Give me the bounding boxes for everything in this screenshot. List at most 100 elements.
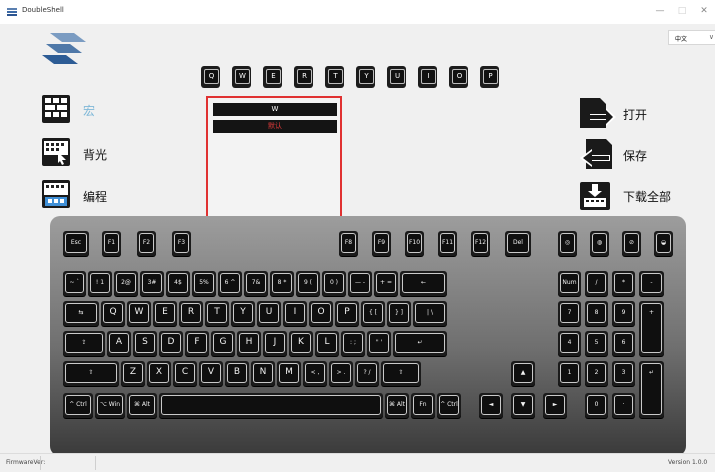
top-key-t[interactable]: T — [325, 66, 344, 88]
key-h[interactable]: H — [237, 331, 261, 356]
save-label[interactable]: 保存 — [623, 147, 647, 164]
key-{[[interactable]: { [ — [361, 301, 385, 326]
key-?/[interactable]: ? / — [355, 361, 379, 386]
key-9[interactable]: 9 — [612, 301, 635, 326]
key-⇧[interactable]: ⇧ — [381, 361, 421, 386]
download-all-icon[interactable] — [578, 180, 618, 212]
key-+[interactable]: + — [639, 301, 664, 356]
key-0)[interactable]: 0 ) — [322, 271, 346, 296]
top-key-p[interactable]: P — [480, 66, 499, 88]
key-r[interactable]: R — [179, 301, 203, 326]
key--[interactable]: - — [639, 271, 664, 296]
key-!1[interactable]: ! 1 — [88, 271, 112, 296]
key-↵[interactable]: ↵ — [639, 361, 664, 418]
key-f9[interactable]: F9 — [372, 231, 391, 256]
key-⊘[interactable]: ⊘ — [622, 231, 641, 256]
key-}][interactable]: } ] — [387, 301, 411, 326]
language-select[interactable]: 中文 ∨ — [668, 30, 715, 45]
key-<,[interactable]: < , — [303, 361, 327, 386]
key-7[interactable]: 7 — [558, 301, 581, 326]
open-label[interactable]: 打开 — [623, 106, 647, 123]
key-f11[interactable]: F11 — [438, 231, 457, 256]
key-b[interactable]: B — [225, 361, 249, 386]
key-4[interactable]: 4 — [558, 331, 581, 356]
macro-icon[interactable] — [42, 95, 70, 123]
key-q[interactable]: Q — [101, 301, 125, 326]
program-label[interactable]: 编程 — [83, 188, 107, 205]
key-l[interactable]: L — [315, 331, 339, 356]
key-c[interactable]: C — [173, 361, 197, 386]
key-9([interactable]: 9 ( — [296, 271, 320, 296]
popup-key-field[interactable]: W — [213, 103, 337, 116]
key-8*[interactable]: 8 * — [270, 271, 294, 296]
key-►[interactable]: ► — [543, 393, 567, 418]
top-key-o[interactable]: O — [449, 66, 468, 88]
key-y[interactable]: Y — [231, 301, 255, 326]
save-icon[interactable] — [578, 137, 618, 171]
minimize-button[interactable]: — — [650, 4, 670, 18]
key-▲[interactable]: ▲ — [511, 361, 535, 386]
key-f1[interactable]: F1 — [102, 231, 121, 256]
key-◍[interactable]: ◍ — [590, 231, 609, 256]
key-^ctrl[interactable]: ^ Ctrl — [63, 393, 93, 418]
key-f12[interactable]: F12 — [471, 231, 490, 256]
key-^ctrl[interactable]: ^ Ctrl — [437, 393, 461, 418]
top-key-i[interactable]: I — [418, 66, 437, 88]
popup-default-option[interactable]: 默认 — [213, 120, 337, 133]
key-f3[interactable]: F3 — [172, 231, 191, 256]
key-k[interactable]: K — [289, 331, 313, 356]
key-m[interactable]: M — [277, 361, 301, 386]
key-~`[interactable]: ~ ` — [63, 271, 86, 296]
key-a[interactable]: A — [107, 331, 131, 356]
key-f[interactable]: F — [185, 331, 209, 356]
key-s[interactable]: S — [133, 331, 157, 356]
key-fn[interactable]: Fn — [411, 393, 435, 418]
top-key-w[interactable]: W — [232, 66, 251, 88]
key-+=[interactable]: + = — [374, 271, 398, 296]
key-u[interactable]: U — [257, 301, 281, 326]
key-6^[interactable]: 6 ^ — [218, 271, 242, 296]
key-i[interactable]: I — [283, 301, 307, 326]
key-f2[interactable]: F2 — [137, 231, 156, 256]
key-2[interactable]: 2 — [585, 361, 608, 386]
program-icon[interactable] — [42, 180, 70, 208]
close-button[interactable]: ✕ — [694, 4, 714, 18]
download-all-label[interactable]: 下载全部 — [623, 188, 671, 205]
key-*[interactable]: * — [612, 271, 635, 296]
maximize-button[interactable]: □ — [672, 4, 692, 18]
key-/[interactable]: / — [585, 271, 608, 296]
key-·[interactable]: · — [612, 393, 635, 418]
key-4$[interactable]: 4$ — [166, 271, 190, 296]
key-8[interactable]: 8 — [585, 301, 608, 326]
key-x[interactable]: X — [147, 361, 171, 386]
key-v[interactable]: V — [199, 361, 223, 386]
key-5[interactable]: 5 — [585, 331, 608, 356]
key-⌘alt[interactable]: ⌘ Alt — [127, 393, 157, 418]
key-6[interactable]: 6 — [612, 331, 635, 356]
key-⇆[interactable]: ⇆ — [63, 301, 99, 326]
key-p[interactable]: P — [335, 301, 359, 326]
key-▼[interactable]: ▼ — [511, 393, 535, 418]
key-d[interactable]: D — [159, 331, 183, 356]
key-⌥win[interactable]: ⌥ Win — [95, 393, 125, 418]
key-⇧[interactable]: ⇧ — [63, 361, 119, 386]
key-j[interactable]: J — [263, 331, 287, 356]
key-:;[interactable]: : ; — [341, 331, 365, 356]
top-key-y[interactable]: Y — [356, 66, 375, 88]
key-f10[interactable]: F10 — [405, 231, 424, 256]
key-num[interactable]: Num — [558, 271, 581, 296]
macro-label[interactable]: 宏 — [83, 102, 95, 119]
open-icon[interactable] — [578, 96, 618, 130]
key-2@[interactable]: 2@ — [114, 271, 138, 296]
key-◒[interactable]: ◒ — [654, 231, 673, 256]
key->.[interactable]: > . — [329, 361, 353, 386]
key-f8[interactable]: F8 — [339, 231, 358, 256]
key-⌘alt[interactable]: ⌘ Alt — [385, 393, 409, 418]
key-—-[interactable]: — - — [348, 271, 372, 296]
key-3#[interactable]: 3# — [140, 271, 164, 296]
key-o[interactable]: O — [309, 301, 333, 326]
top-key-q[interactable]: Q — [201, 66, 220, 88]
backlight-label[interactable]: 背光 — [83, 146, 107, 163]
key-t[interactable]: T — [205, 301, 229, 326]
key-esc[interactable]: Esc — [63, 231, 89, 256]
